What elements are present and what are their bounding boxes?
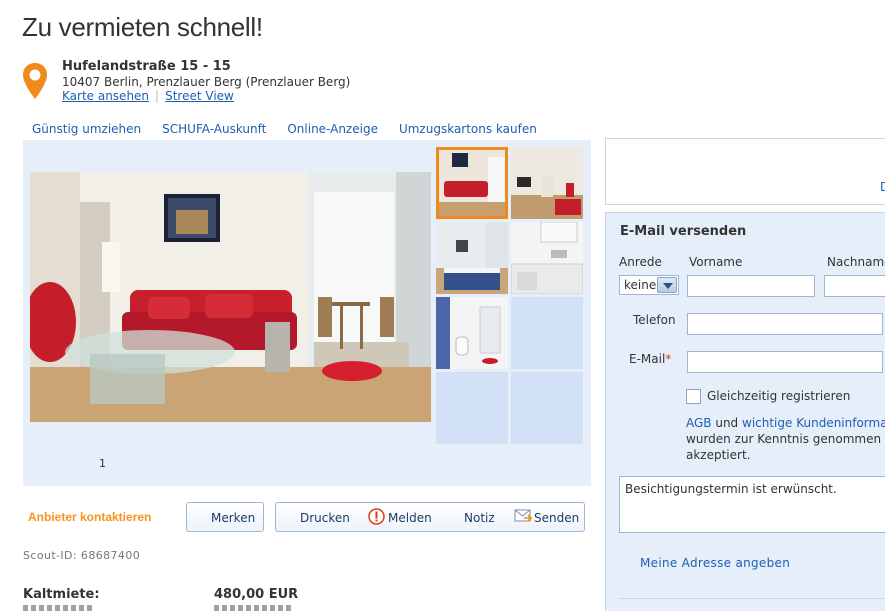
terms-and: und bbox=[711, 416, 742, 430]
cut-off-text bbox=[23, 605, 93, 611]
lastname-label: Nachname bbox=[827, 255, 885, 269]
report-button[interactable]: Melden bbox=[388, 511, 432, 525]
warning-icon bbox=[368, 508, 385, 525]
thumbnail-1[interactable] bbox=[436, 147, 508, 219]
email-label-text: E-Mail bbox=[629, 352, 666, 366]
note-button[interactable]: Notiz bbox=[464, 511, 495, 525]
thumbnail-empty bbox=[436, 372, 508, 444]
gallery-page-counter: 1 bbox=[99, 457, 106, 470]
terms-text: AGB und wichtige Kundeninformationen wur… bbox=[686, 415, 885, 463]
firstname-label: Vorname bbox=[689, 255, 743, 269]
send-mail-icon bbox=[514, 509, 532, 522]
photo-gallery: 1 bbox=[23, 140, 591, 486]
agb-link[interactable]: AGB bbox=[686, 416, 712, 430]
register-label: Gleichzeitig registrieren bbox=[707, 389, 851, 403]
lastname-input[interactable] bbox=[824, 275, 885, 297]
chevron-down-icon bbox=[657, 277, 677, 293]
location-pin-icon bbox=[23, 63, 47, 99]
salutation-value: keine bbox=[624, 278, 657, 292]
street-view-link[interactable]: Street View bbox=[165, 89, 234, 103]
contact-form-panel bbox=[605, 212, 885, 611]
thumbnail-5[interactable] bbox=[436, 297, 508, 369]
service-nav-item-boxes[interactable]: Umzugskartons kaufen bbox=[399, 122, 537, 136]
main-photo[interactable] bbox=[30, 172, 431, 422]
message-textarea[interactable]: Besichtigungstermin ist erwünscht. bbox=[619, 476, 885, 533]
phone-label: Telefon bbox=[633, 313, 676, 327]
form-divider bbox=[619, 598, 885, 599]
terms-line-2: wurden zur Kenntnis genommen und bbox=[686, 432, 885, 446]
required-marker: * bbox=[665, 352, 672, 366]
address-city: 10407 Berlin, Prenzlauer Berg (Prenzlaue… bbox=[62, 75, 351, 89]
email-label: E-Mail* bbox=[629, 352, 671, 366]
map-link[interactable]: Karte ansehen bbox=[62, 89, 149, 103]
thumbnail-2[interactable] bbox=[511, 147, 583, 219]
firstname-input[interactable] bbox=[687, 275, 815, 297]
phone-input[interactable] bbox=[687, 313, 883, 335]
map-links: Karte ansehen | Street View bbox=[62, 89, 234, 103]
salutation-label: Anrede bbox=[619, 255, 662, 269]
cold-rent-label: Kaltmiete: bbox=[23, 587, 100, 602]
link-separator: | bbox=[155, 89, 160, 103]
register-checkbox[interactable] bbox=[686, 389, 701, 404]
sidebar-top-box bbox=[605, 138, 885, 205]
send-button[interactable]: Senden bbox=[534, 511, 579, 525]
thumbnail-3[interactable] bbox=[436, 222, 508, 294]
contact-provider-button[interactable]: Anbieter kontaktieren bbox=[28, 510, 151, 524]
customer-info-link[interactable]: wichtige Kundeninformationen bbox=[742, 416, 885, 430]
cut-off-text bbox=[214, 605, 294, 611]
service-nav-item-online-ad[interactable]: Online-Anzeige bbox=[287, 122, 378, 136]
form-title: E-Mail versenden bbox=[620, 224, 747, 239]
print-button[interactable]: Drucken bbox=[300, 511, 350, 525]
address-street: Hufelandstraße 15 - 15 bbox=[62, 59, 231, 74]
cold-rent-value: 480,00 EUR bbox=[214, 587, 299, 602]
service-nav-item-moving[interactable]: Günstig umziehen bbox=[32, 122, 141, 136]
email-input[interactable] bbox=[687, 351, 883, 373]
thumbnail-4[interactable] bbox=[511, 222, 583, 294]
service-nav-item-schufa[interactable]: SCHUFA-Auskunft bbox=[162, 122, 266, 136]
page-title: Zu vermieten schnell! bbox=[22, 12, 263, 42]
terms-line-3: akzeptiert. bbox=[686, 448, 751, 462]
salutation-select[interactable]: keine bbox=[619, 275, 679, 295]
service-nav: Günstig umziehen SCHUFA-Auskunft Online-… bbox=[32, 122, 537, 136]
bookmark-label: Merken bbox=[211, 511, 256, 525]
thumbnail-empty bbox=[511, 372, 583, 444]
thumbnail-empty bbox=[511, 297, 583, 369]
sidebar-top-box-text[interactable]: D bbox=[880, 180, 885, 194]
scout-id: Scout-ID: 68687400 bbox=[23, 549, 141, 562]
add-address-link[interactable]: Meine Adresse angeben bbox=[640, 556, 790, 570]
